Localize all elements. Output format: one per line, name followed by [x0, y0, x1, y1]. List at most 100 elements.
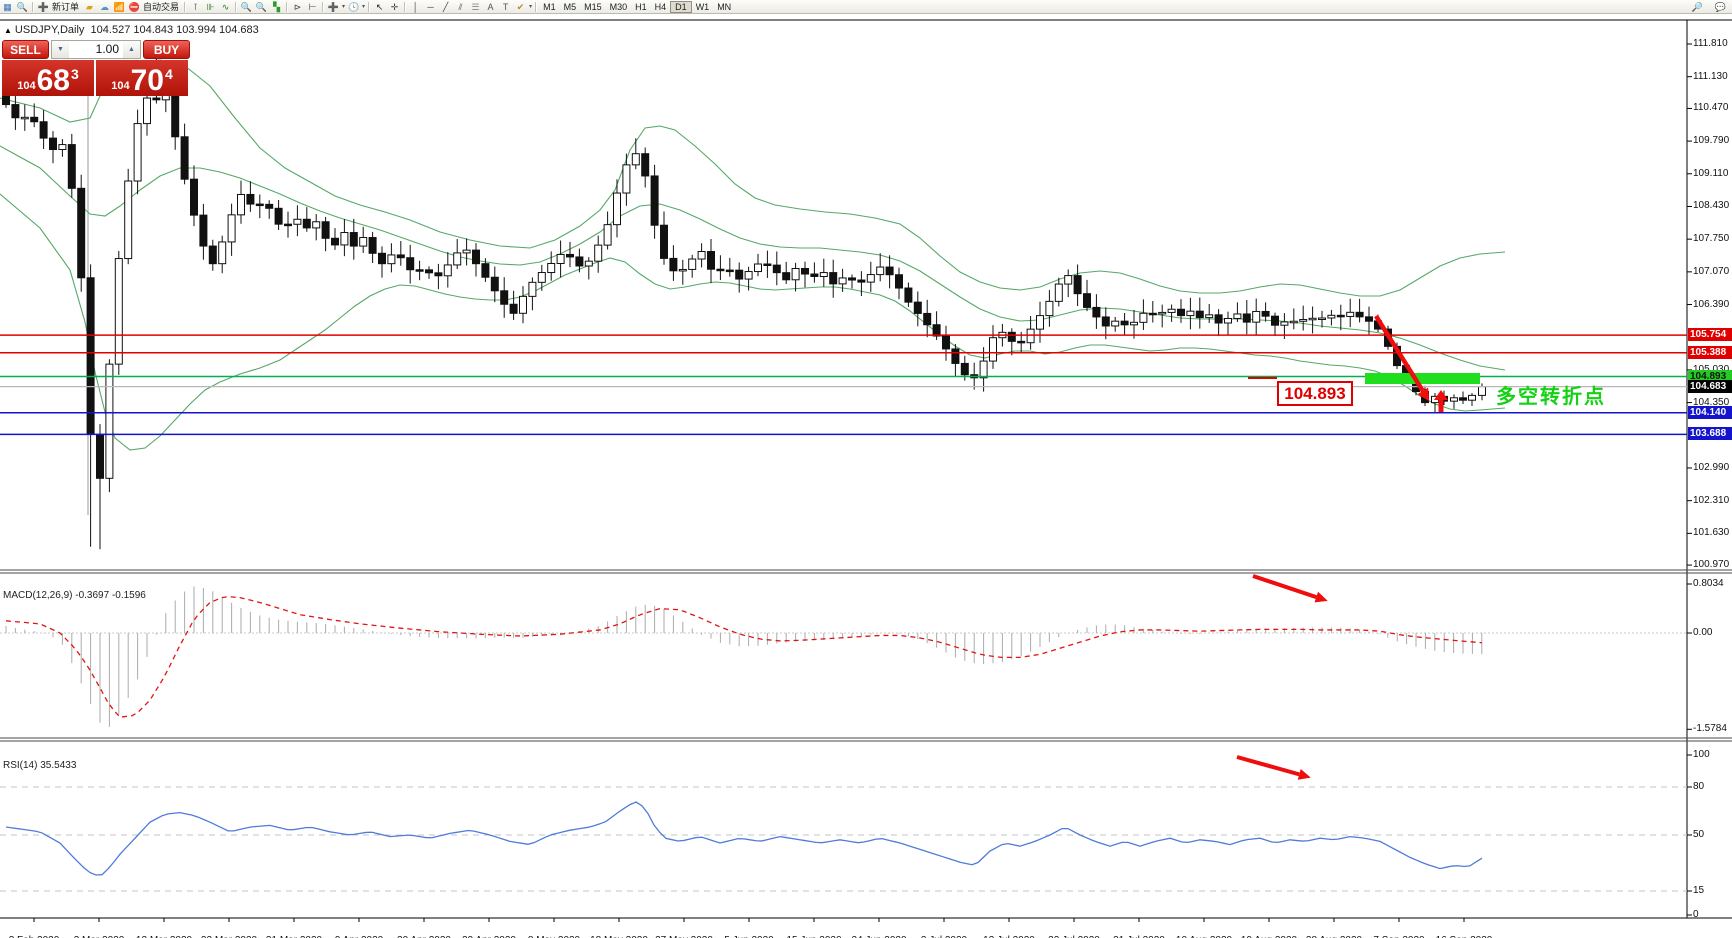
chart-canvas[interactable]: [0, 14, 1732, 938]
candle-body: [623, 165, 630, 193]
search-icon[interactable]: 🔎: [1690, 1, 1705, 13]
zoom-in-icon[interactable]: 🔍: [239, 1, 254, 13]
candle-body: [97, 434, 104, 478]
timeframe-m5[interactable]: M5: [560, 1, 581, 13]
chart-shift-icon[interactable]: ⊢: [305, 1, 320, 13]
vertical-line-icon[interactable]: │: [408, 1, 423, 13]
candle-body: [867, 275, 874, 283]
autotrading-icon[interactable]: ⛔: [127, 1, 142, 13]
price-tick: 100.970: [1693, 559, 1732, 570]
price-tick: 111.810: [1693, 38, 1732, 49]
autoscroll-icon[interactable]: ⊳: [290, 1, 305, 13]
zoom-out-icon[interactable]: 🔍: [254, 1, 269, 13]
candle-body: [435, 273, 442, 276]
candle-body: [914, 302, 921, 313]
candle-body: [1281, 322, 1288, 325]
rsi-scale-tick: 100: [1693, 749, 1732, 760]
indicators-icon[interactable]: ➕: [326, 1, 341, 13]
buy-button[interactable]: BUY: [143, 40, 190, 59]
chart-area: ▲USDJPY,Daily 104.527 104.843 103.994 10…: [0, 14, 1732, 938]
timeframe-m15[interactable]: M15: [580, 1, 606, 13]
periods-icon[interactable]: 🕓: [346, 1, 361, 13]
candle-body: [632, 154, 639, 165]
candle-body: [736, 270, 743, 279]
price-level-label-103.688: 103.688: [1688, 427, 1732, 440]
trendline-icon[interactable]: ╱: [438, 1, 453, 13]
gold-icon[interactable]: ▰: [82, 1, 97, 13]
candle-body: [604, 225, 611, 245]
candle-body: [943, 336, 950, 349]
timeframe-d1[interactable]: D1: [670, 1, 692, 13]
timeframe-m30[interactable]: M30: [606, 1, 632, 13]
cloud-icon[interactable]: ☁: [97, 1, 112, 13]
volume-decrease-icon[interactable]: ▼: [52, 41, 69, 58]
chart-symbol: USDJPY,Daily: [15, 24, 85, 36]
candle-body: [209, 246, 216, 264]
rsi-scale-tick: 15: [1693, 885, 1732, 896]
candle-body: [698, 252, 705, 260]
timeframe-m1[interactable]: M1: [539, 1, 560, 13]
turning-point-annotation[interactable]: 多空转折点: [1496, 380, 1606, 409]
signal-icon[interactable]: 📶: [112, 1, 127, 13]
tile-windows-icon[interactable]: ▚: [269, 1, 284, 13]
candle-body: [1243, 314, 1250, 322]
chart-window-icon[interactable]: ▦: [0, 1, 15, 13]
bar-chart-icon[interactable]: ⊺: [188, 1, 203, 13]
candle-body: [1018, 341, 1025, 343]
candle-body: [520, 296, 527, 313]
market-watch-icon[interactable]: 🔍: [15, 1, 30, 13]
volume-spinner[interactable]: ▼ 1.00 ▲: [51, 40, 141, 59]
bid-price-box[interactable]: 104 68 3: [2, 60, 96, 96]
candle-body: [952, 349, 959, 364]
candle-body: [341, 233, 348, 245]
timeframe-h4[interactable]: H4: [651, 1, 671, 13]
candle-body: [1055, 284, 1062, 301]
candle-body: [426, 270, 433, 273]
fibonacci-icon[interactable]: ☰: [468, 1, 483, 13]
candle-body: [191, 179, 198, 215]
candle-body: [153, 98, 160, 100]
text-label-icon[interactable]: T: [498, 1, 513, 13]
candle-body: [407, 258, 414, 270]
turning-point-highlight-bar[interactable]: [1365, 373, 1480, 384]
candle-body: [849, 278, 856, 280]
line-chart-icon[interactable]: ∿: [218, 1, 233, 13]
new-order-label[interactable]: 新订单: [51, 0, 82, 13]
sell-button[interactable]: SELL: [2, 40, 49, 59]
candle-body: [350, 233, 357, 247]
candle-body: [717, 269, 724, 271]
autotrading-label[interactable]: 自动交易: [142, 0, 182, 13]
macd-signal-line: [6, 597, 1482, 718]
timeframe-mn[interactable]: MN: [713, 1, 735, 13]
candlestick-icon[interactable]: ⊪: [203, 1, 218, 13]
candle-body: [1112, 321, 1119, 326]
text-icon[interactable]: A: [483, 1, 498, 13]
timeframe-h1[interactable]: H1: [631, 1, 651, 13]
candle-body: [379, 253, 386, 263]
candle-body: [1131, 322, 1138, 324]
arrows-dropdown[interactable]: ▾: [528, 3, 533, 10]
feedback-icon[interactable]: 💬: [1713, 1, 1728, 13]
candle-body: [1159, 312, 1166, 314]
candle-body: [31, 117, 38, 121]
cursor-icon[interactable]: ↖: [372, 1, 387, 13]
equidistant-channel-icon[interactable]: ⫽: [453, 1, 468, 13]
price-tick: 107.070: [1693, 266, 1732, 277]
arrows-icon[interactable]: ✔: [513, 1, 528, 13]
crosshair-icon[interactable]: ✛: [387, 1, 402, 13]
candle-body: [285, 224, 292, 226]
candle-body: [172, 93, 179, 137]
volume-value[interactable]: 1.00: [69, 41, 123, 58]
candle-body: [78, 188, 85, 277]
candle-body: [1084, 294, 1091, 308]
horizontal-line-icon[interactable]: ─: [423, 1, 438, 13]
price-annotation-box[interactable]: 104.893: [1277, 381, 1353, 406]
ask-prefix: 104: [111, 80, 129, 92]
chart-marker-icon: ▲: [4, 26, 12, 35]
periods-dropdown[interactable]: ▾: [361, 3, 366, 10]
ask-price-box[interactable]: 104 70 4: [96, 60, 188, 96]
candle-body: [933, 325, 940, 336]
new-order-icon[interactable]: ➕: [36, 1, 51, 13]
timeframe-w1[interactable]: W1: [692, 1, 714, 13]
volume-increase-icon[interactable]: ▲: [123, 41, 140, 58]
